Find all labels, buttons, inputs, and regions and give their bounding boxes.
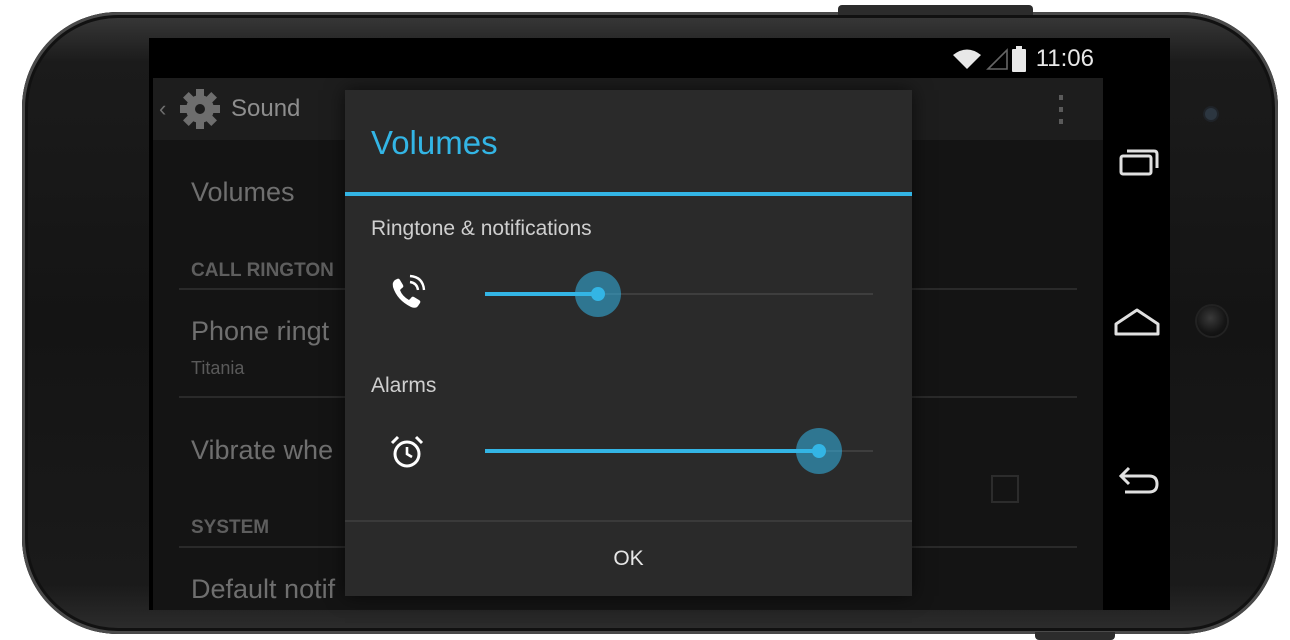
ringer-volume-icon xyxy=(392,274,426,308)
vibrate-checkbox[interactable] xyxy=(991,475,1019,503)
phone-ringtone-value: Titania xyxy=(191,358,245,378)
default-notification-setting[interactable]: Default notif xyxy=(191,574,335,605)
volumes-setting[interactable]: Volumes xyxy=(191,177,295,208)
action-bar-title: Sound xyxy=(231,95,301,122)
call-ringtone-header: CALL RINGTON xyxy=(191,260,334,281)
alarm-volume-slider[interactable] xyxy=(485,421,873,481)
settings-gear-icon[interactable] xyxy=(177,86,223,132)
status-bar: 11:06 xyxy=(149,38,1170,78)
system-header: SYSTEM xyxy=(191,517,270,538)
front-camera xyxy=(1197,306,1227,336)
dialog-title: Volumes xyxy=(371,124,498,161)
volumes-dialog: Volumes Ringtone & notifications Alarms … xyxy=(345,90,912,596)
earpiece-speaker xyxy=(1205,108,1217,120)
title-divider xyxy=(345,192,912,196)
wifi-icon xyxy=(952,49,981,69)
recent-apps-icon[interactable] xyxy=(1111,138,1163,190)
alarms-label: Alarms xyxy=(371,374,437,397)
power-button xyxy=(838,5,1033,15)
ringtone-label: Ringtone & notifications xyxy=(371,217,592,240)
slider-thumb[interactable] xyxy=(590,287,605,301)
ok-button[interactable]: OK xyxy=(345,522,912,596)
battery-icon xyxy=(1011,46,1026,72)
vibrate-setting[interactable]: Vibrate whe xyxy=(191,435,333,466)
slider-fill xyxy=(485,449,819,453)
volume-button xyxy=(1035,632,1115,640)
ringtone-volume-slider[interactable] xyxy=(485,264,873,324)
navigation-bar xyxy=(1103,38,1170,610)
back-chevron-icon[interactable]: ‹ xyxy=(159,96,166,122)
home-icon[interactable] xyxy=(1111,296,1163,348)
slider-thumb[interactable] xyxy=(811,444,826,458)
phone-ringtone-setting[interactable]: Phone ringt xyxy=(191,316,329,347)
back-icon[interactable] xyxy=(1111,456,1163,508)
overflow-menu-icon[interactable] xyxy=(1057,94,1065,126)
signal-icon xyxy=(985,48,1008,70)
alarm-clock-icon xyxy=(390,435,424,468)
status-clock: 11:06 xyxy=(1035,45,1094,72)
